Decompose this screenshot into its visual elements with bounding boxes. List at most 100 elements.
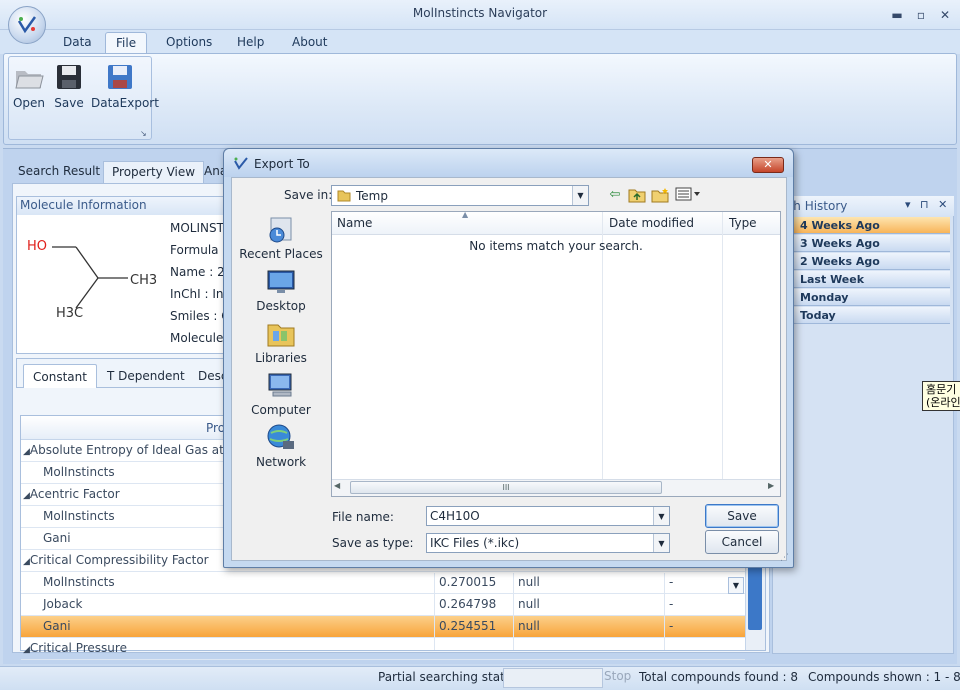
tooltip: 홈문기 (온라인 <box>922 381 960 411</box>
file-name-value: C4H10O <box>430 509 480 523</box>
property-label: Absolute Entropy of Ideal Gas at 298 <box>29 443 251 457</box>
menu-tab-help[interactable]: Help <box>227 32 274 54</box>
mol-field-name: Name : 2 <box>170 265 225 279</box>
libraries-icon <box>265 319 297 349</box>
mol-field-id: MOLINSTI <box>170 221 228 235</box>
row-dropdown-icon[interactable]: ▼ <box>728 577 744 594</box>
place-desktop[interactable]: Desktop <box>233 267 329 317</box>
table-row[interactable]: Joback 0.264798 null - <box>21 594 745 616</box>
resize-grip-icon[interactable]: ⋰ <box>780 553 790 563</box>
computer-icon <box>265 371 297 401</box>
view-menu-icon[interactable] <box>674 187 702 205</box>
property-label: Gani <box>43 531 71 545</box>
save-in-dropdown[interactable]: Temp ▼ <box>331 185 589 206</box>
recent-places-icon <box>265 215 297 245</box>
save-in-value: Temp <box>356 189 388 203</box>
close-button[interactable]: ✕ <box>936 8 954 22</box>
table-row[interactable]: Gani 0.254551 null - <box>21 616 745 638</box>
tab-property-view[interactable]: Property View <box>103 161 205 183</box>
save-as-type-dropdown[interactable]: IKC Files (*.ikc) ▼ <box>426 533 670 553</box>
open-button[interactable]: Open <box>12 60 46 116</box>
data-export-button[interactable]: DataExport <box>91 60 159 116</box>
property-name: MolInstincts <box>43 465 115 479</box>
property-label: Gani <box>43 619 71 633</box>
dialog-cancel-button[interactable]: Cancel <box>705 530 779 554</box>
expand-icon[interactable]: ◢ <box>23 447 30 457</box>
column-name[interactable]: Name <box>337 216 372 230</box>
place-label: Recent Places <box>239 247 323 261</box>
column-date-modified[interactable]: Date modified <box>609 216 694 230</box>
menu-tab-data[interactable]: Data <box>53 32 102 54</box>
minimize-button[interactable]: ▬ <box>888 8 906 22</box>
floppy-disk-icon <box>54 62 84 92</box>
hydroxyl-label: HO <box>27 239 48 254</box>
scroll-left-icon[interactable]: ◀ <box>334 481 340 490</box>
place-computer[interactable]: Computer <box>233 371 329 421</box>
grid-column-divider <box>513 573 514 650</box>
menu-tab-about[interactable]: About <box>282 32 337 54</box>
place-network[interactable]: Network <box>233 423 329 473</box>
property-label: MolInstincts <box>43 465 115 479</box>
grid-group-row[interactable]: ◢Critical Pressure <box>21 638 745 660</box>
expand-icon[interactable]: ◢ <box>23 645 30 655</box>
file-list[interactable] <box>331 211 781 497</box>
property-value: 0.264798 <box>439 597 497 611</box>
menu-tab-options[interactable]: Options <box>156 32 222 54</box>
history-item-3-weeks-ago[interactable]: 3 Weeks Ago <box>778 235 950 252</box>
tab-search-result[interactable]: Search Result <box>10 161 108 183</box>
up-folder-icon[interactable] <box>627 187 647 205</box>
group-launcher-icon[interactable]: ↘ <box>140 129 149 138</box>
file-list-scroll-thumb[interactable]: III <box>350 481 662 494</box>
history-item-monday[interactable]: Monday <box>778 289 950 306</box>
app-logo-icon <box>17 16 37 34</box>
stop-button[interactable]: Stop <box>604 669 632 687</box>
molecule-info-title: Molecule Information <box>20 198 147 212</box>
panel-controls-icon[interactable]: ▾ ⊓ ✕ <box>905 198 950 211</box>
place-libraries[interactable]: Libraries <box>233 319 329 369</box>
file-name-input[interactable]: C4H10O ▼ <box>426 506 670 526</box>
dialog-close-button[interactable]: ✕ <box>752 157 784 173</box>
expand-icon[interactable]: ◢ <box>23 491 30 501</box>
property-name: ◢Acentric Factor <box>23 487 120 501</box>
search-progress-bar <box>503 668 603 688</box>
property-label: Acentric Factor <box>29 487 120 501</box>
place-label: Computer <box>251 403 311 417</box>
tooltip-line: 홈문기 <box>926 383 957 396</box>
save-as-type-value: IKC Files (*.ikc) <box>430 536 520 550</box>
new-folder-icon[interactable] <box>650 187 670 205</box>
scroll-right-icon[interactable]: ▶ <box>768 481 774 490</box>
file-name-label: File name: <box>332 510 394 524</box>
property-label: MolInstincts <box>43 509 115 523</box>
network-icon <box>265 423 297 453</box>
property-unit: null <box>518 575 540 589</box>
chevron-down-icon[interactable]: ▼ <box>572 186 588 205</box>
tab-constant[interactable]: Constant <box>23 364 97 388</box>
table-row[interactable]: MolInstincts 0.270015 null - <box>21 572 745 594</box>
property-name: ◢Critical Compressibility Factor <box>23 553 209 567</box>
maximize-button[interactable]: ▫ <box>912 8 930 22</box>
chevron-down-icon[interactable]: ▼ <box>653 534 669 552</box>
property-name: Gani <box>43 619 71 633</box>
property-name: Gani <box>43 531 71 545</box>
back-icon[interactable]: ⇦ <box>605 187 625 205</box>
property-name: MolInstincts <box>43 575 115 589</box>
column-type[interactable]: Type <box>729 216 757 230</box>
grid-scroll-thumb[interactable] <box>748 560 762 630</box>
export-disk-icon <box>105 62 135 92</box>
save-button[interactable]: Save <box>52 60 86 116</box>
expand-icon[interactable]: ◢ <box>23 557 30 567</box>
history-item-today[interactable]: Today <box>778 307 950 324</box>
methyl-label-2: H3C <box>56 306 84 321</box>
folder-icon <box>337 190 351 202</box>
place-recent-places[interactable]: Recent Places <box>233 215 329 265</box>
property-value: 0.270015 <box>439 575 497 589</box>
chevron-down-icon[interactable]: ▼ <box>653 507 669 525</box>
dialog-save-button[interactable]: Save <box>705 504 779 528</box>
history-item-last-week[interactable]: Last Week <box>778 271 950 288</box>
history-item-4-weeks-ago[interactable]: 4 Weeks Ago <box>778 217 950 234</box>
tab-t-dependent[interactable]: T Dependent <box>98 364 194 388</box>
open-label: Open <box>12 96 46 110</box>
menu-tab-file[interactable]: File <box>105 32 148 54</box>
app-menu-button[interactable] <box>8 6 46 44</box>
history-item-2-weeks-ago[interactable]: 2 Weeks Ago <box>778 253 950 270</box>
